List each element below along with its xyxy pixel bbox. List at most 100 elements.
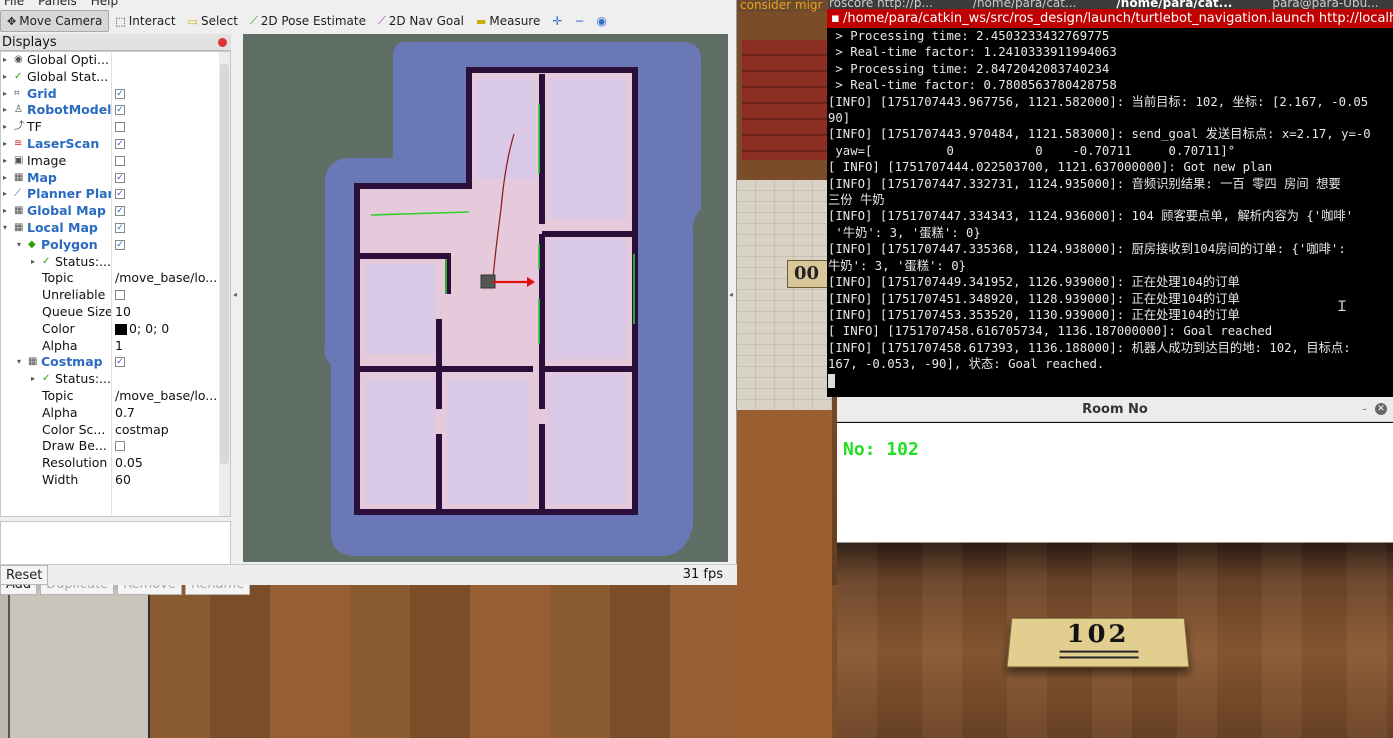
display-checkbox[interactable]: ✓ (115, 222, 125, 233)
reset-button[interactable]: Reset (0, 565, 49, 585)
expand-arrow-icon[interactable]: ▸ (3, 69, 7, 86)
rviz-3d-viewport[interactable] (243, 34, 728, 562)
display-row[interactable]: Alpha 0.7 (1, 405, 230, 422)
display-row[interactable]: ▸ ≋ LaserScan ✓ (1, 136, 230, 153)
display-type-icon: ⟋ (14, 188, 21, 200)
tool-2d-pose-estimate[interactable]: ⟋ 2D Pose Estimate (244, 10, 372, 32)
display-row[interactable]: ▸ ✓ Global Stat... (1, 69, 230, 86)
property-value[interactable]: 60 (115, 472, 220, 489)
close-window-icon[interactable]: ✕ (1375, 403, 1387, 415)
display-checkbox[interactable]: ✓ (115, 105, 125, 116)
menu-panels[interactable]: Panels (38, 0, 77, 8)
display-row[interactable]: Topic/move_base/lo... (1, 388, 230, 405)
display-name: Color Sc... (42, 421, 106, 437)
expand-arrow-icon[interactable]: ▸ (31, 254, 35, 271)
display-checkbox[interactable] (115, 122, 125, 133)
property-value[interactable]: 1 (115, 338, 220, 355)
add-tool-icon[interactable]: ✛ (546, 10, 568, 32)
property-value[interactable]: /move_base/lo... (115, 270, 220, 287)
display-row[interactable]: Queue Size 10 (1, 304, 230, 321)
display-checkbox[interactable]: ✓ (115, 357, 125, 368)
expand-arrow-icon[interactable]: ▸ (3, 203, 7, 220)
minimize-icon[interactable]: - (1362, 397, 1367, 422)
display-row[interactable]: ▸ ♙ RobotModel ✓ (1, 102, 230, 119)
display-checkbox[interactable]: ✓ (115, 172, 125, 183)
display-row[interactable]: Width 60 (1, 472, 230, 489)
property-value[interactable]: 0; 0; 0 (129, 321, 230, 338)
display-checkbox[interactable]: ✓ (115, 239, 125, 250)
display-row[interactable]: ▾ ◆ Polygon ✓ (1, 237, 230, 254)
display-checkbox[interactable]: ✓ (115, 138, 125, 149)
costmap-view[interactable] (243, 34, 728, 562)
tree-scrollbar-thumb[interactable] (220, 64, 229, 464)
remove-tool-icon[interactable]: − (568, 10, 590, 32)
color-swatch[interactable] (115, 323, 127, 335)
display-row[interactable]: Color 0; 0; 0 (1, 321, 230, 338)
close-panel-icon[interactable] (218, 37, 227, 47)
display-row[interactable]: ▸ ▣ Image (1, 153, 230, 170)
terminal-tab[interactable]: /home/para/cat... (973, 0, 1077, 9)
expand-arrow-icon[interactable]: ▸ (31, 371, 35, 388)
display-row[interactable]: ▾ ▦ Costmap ✓ (1, 354, 230, 371)
terminal-prompt-line[interactable] (828, 373, 1393, 389)
property-value[interactable]: 0.05 (115, 455, 220, 472)
display-row[interactable]: Alpha 1 (1, 338, 230, 355)
tool-2d-nav-goal[interactable]: ⟋ 2D Nav Goal (372, 10, 470, 32)
display-checkbox[interactable] (115, 290, 125, 301)
display-row[interactable]: ▸ ▦ Map ✓ (1, 170, 230, 187)
display-checkbox[interactable] (115, 155, 125, 166)
expand-arrow-icon[interactable]: ▸ (3, 102, 7, 119)
display-row[interactable]: Topic/move_base/lo... (1, 270, 230, 287)
camera-type-icon[interactable]: ◉ (590, 10, 612, 32)
display-row[interactable]: ▸ ✓ Status:... (1, 254, 230, 271)
expand-arrow-icon[interactable]: ▸ (3, 153, 7, 170)
expand-arrow-icon[interactable]: ▸ (3, 170, 7, 187)
terminal-output[interactable]: > Processing time: 2.4503233432769775 > … (827, 28, 1393, 389)
terminal-tab[interactable]: /home/para/cat... (1116, 0, 1232, 9)
display-row[interactable]: Color Sc... costmap (1, 422, 230, 439)
expand-arrow-icon[interactable]: ▸ (3, 119, 7, 136)
display-checkbox[interactable]: ✓ (115, 206, 125, 217)
display-row[interactable]: ▾ ▦ Local Map ✓ (1, 220, 230, 237)
display-row[interactable]: Draw Be... (1, 438, 230, 455)
tool-interact[interactable]: ⬚ Interact (109, 10, 181, 32)
display-checkbox[interactable]: ✓ (115, 88, 125, 99)
gazebo-wall-panel (742, 40, 832, 160)
expand-arrow-icon[interactable]: ▸ (3, 136, 7, 153)
splitter-right-handle[interactable]: ◂ (729, 290, 733, 299)
display-row[interactable]: ▸ ◉ Global Opti... (1, 52, 230, 69)
gazebo-room-plate: 00 (787, 260, 832, 288)
property-value[interactable]: 10 (115, 304, 220, 321)
terminal-line: 90] (828, 111, 851, 126)
tree-scrollbar[interactable] (219, 52, 230, 516)
expand-arrow-icon[interactable]: ▸ (3, 186, 7, 203)
collapse-arrow-icon[interactable]: ▾ (3, 220, 7, 237)
collapse-arrow-icon[interactable]: ▾ (17, 237, 21, 254)
display-row[interactable]: ▸ ▦ Global Map ✓ (1, 203, 230, 220)
display-checkbox[interactable] (115, 441, 125, 452)
menu-file[interactable]: File (4, 0, 24, 8)
terminal-tab[interactable]: para@para-Ubu... (1272, 0, 1378, 9)
display-row[interactable]: ▸ ✓ Status:... (1, 371, 230, 388)
display-row[interactable]: ▸ ⤴ TF (1, 119, 230, 136)
tool-measure[interactable]: ▬ Measure (470, 10, 546, 32)
splitter-left-handle[interactable]: ◂ (233, 290, 237, 299)
property-value[interactable]: 0.7 (115, 405, 220, 422)
property-value[interactable]: /move_base/lo... (115, 388, 220, 405)
display-row[interactable]: Unreliable (1, 287, 230, 304)
display-row[interactable]: ▸ ⌗ Grid ✓ (1, 86, 230, 103)
display-type-icon: ≋ (14, 137, 23, 149)
expand-arrow-icon[interactable]: ▸ (3, 52, 7, 69)
tool-move-camera[interactable]: ✥ Move Camera (0, 10, 110, 32)
menu-help[interactable]: Help (91, 0, 118, 8)
display-row[interactable]: ▸ ⟋ Planner Plan ✓ (1, 186, 230, 203)
collapse-arrow-icon[interactable]: ▾ (17, 354, 21, 371)
room-d (547, 374, 627, 504)
display-row[interactable]: Resolution 0.05 (1, 455, 230, 472)
expand-arrow-icon[interactable]: ▸ (3, 86, 7, 103)
tool-select[interactable]: ▭ Select (182, 10, 244, 32)
terminal-window[interactable]: ▪/home/para/catkin_ws/src/ros_design/lau… (827, 9, 1393, 397)
property-value[interactable]: costmap (115, 422, 220, 439)
terminal-tab[interactable]: roscore http://p... (829, 0, 933, 9)
display-checkbox[interactable]: ✓ (115, 189, 125, 200)
